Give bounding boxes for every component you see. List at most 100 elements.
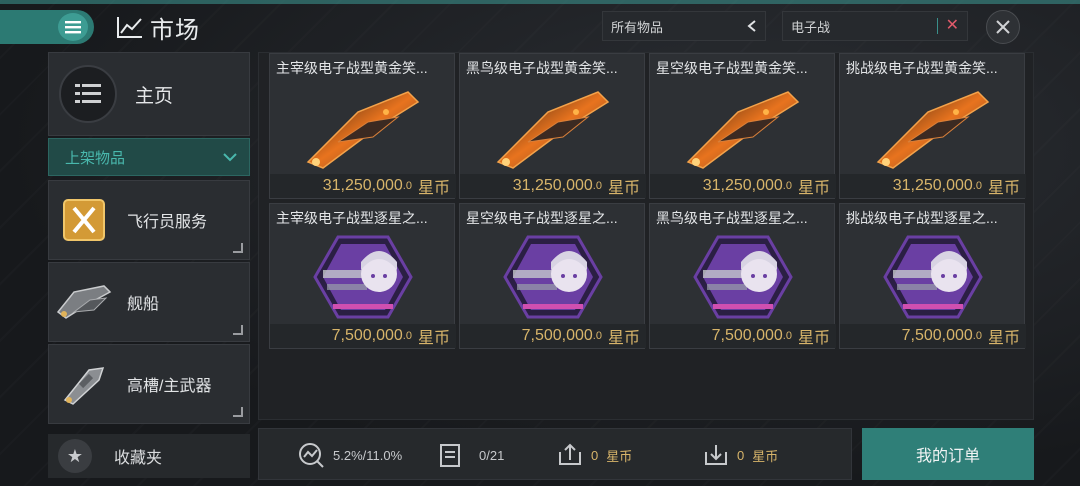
sidebar-item-high-slot[interactable]: 高槽/主武器 — [48, 344, 250, 424]
price-currency: 星币 — [607, 180, 640, 197]
filter-value: 所有物品 — [611, 19, 664, 35]
close-icon — [996, 20, 1010, 34]
item-price: 7,500,000.0 星币 — [270, 324, 456, 348]
price-currency: 星币 — [607, 330, 640, 347]
page-title: 市场 — [116, 10, 200, 44]
price-decimal: .0 — [972, 330, 982, 342]
item-card[interactable]: 星空级电子战型黄金笑... 31,250,000.0 星币 — [649, 53, 836, 199]
price-decimal: .0 — [592, 330, 602, 342]
item-card[interactable]: 挑战级电子战型黄金笑... 31,250,000.0 星币 — [839, 53, 1026, 199]
gold-skin-ship-image — [270, 78, 456, 176]
sell-total-value: 0 — [591, 447, 599, 463]
price-currency: 星币 — [987, 330, 1020, 347]
corner-marker — [233, 243, 243, 253]
sell-total-currency: 星币 — [606, 448, 633, 464]
sidebar-item-home[interactable]: 主页 — [48, 52, 250, 136]
price-decimal: .0 — [592, 180, 602, 192]
sidebar-item-label: 高槽/主武器 — [127, 378, 212, 395]
corner-marker — [233, 407, 243, 417]
item-price: 31,250,000.0 星币 — [840, 174, 1026, 198]
gold-skin-ship-image — [840, 78, 1026, 176]
price-decimal: .0 — [402, 330, 412, 342]
item-name: 星空级电子战型黄金笑... — [656, 60, 808, 76]
buy-total-currency: 星币 — [752, 448, 779, 464]
chevron-left-icon — [747, 20, 756, 32]
gold-skin-ship-image — [650, 78, 836, 176]
item-price: 31,250,000.0 星币 — [650, 174, 836, 198]
orders-count-stat: 0/21 — [439, 429, 504, 481]
favorites-label: 收藏夹 — [114, 450, 163, 467]
price-value: 7,500,000 — [331, 327, 403, 344]
price-decimal: .0 — [972, 180, 982, 192]
pilot-portrait-hex-image — [270, 228, 456, 326]
pilot-portrait-hex-image — [650, 228, 836, 326]
menu-icon — [58, 13, 88, 41]
menu-button[interactable] — [0, 10, 94, 44]
price-decimal: .0 — [782, 180, 792, 192]
tax-rate-value: 5.2%/11.0% — [333, 447, 403, 463]
item-card[interactable]: 主宰级电子战型逐星之... 7,500,000.0 星币 — [269, 203, 456, 349]
price-currency: 星币 — [417, 180, 450, 197]
price-value: 7,500,000 — [711, 327, 783, 344]
category-filter-select[interactable]: 所有物品 — [602, 11, 766, 41]
sidebar-item-label: 飞行员服务 — [127, 214, 208, 231]
bottom-status-bar: 5.2%/11.0% 0/21 0 星币 0 星币 — [258, 428, 852, 480]
my-orders-button[interactable]: 我的订单 — [862, 428, 1034, 480]
item-card[interactable]: 黑鸟级电子战型逐星之... 7,500,000.0 星币 — [649, 203, 836, 349]
price-value: 31,250,000 — [322, 177, 403, 194]
top-accent-line — [0, 0, 1080, 4]
item-name: 挑战级电子战型黄金笑... — [846, 60, 998, 76]
sell-upload-icon — [559, 443, 581, 465]
item-name: 黑鸟级电子战型逐星之... — [656, 210, 808, 226]
price-value: 31,250,000 — [512, 177, 593, 194]
item-name: 黑鸟级电子战型黄金笑... — [466, 60, 618, 76]
gold-skin-ship-image — [460, 78, 646, 176]
price-currency: 星币 — [417, 330, 450, 347]
sidebar-item-favorites[interactable]: ★ 收藏夹 — [48, 434, 250, 478]
tax-rate-stat: 5.2%/11.0% — [297, 429, 402, 481]
market-chart-icon — [117, 17, 142, 38]
item-price: 7,500,000.0 星币 — [650, 324, 836, 348]
search-input[interactable]: 电子战 ✕ — [782, 11, 968, 41]
listed-items-dropdown[interactable]: 上架物品 — [48, 138, 250, 176]
item-price: 31,250,000.0 星币 — [270, 174, 456, 198]
price-value: 7,500,000 — [521, 327, 593, 344]
item-price: 7,500,000.0 星币 — [840, 324, 1026, 348]
ship-icon — [49, 272, 119, 332]
item-card[interactable]: 星空级电子战型逐星之... 7,500,000.0 星币 — [459, 203, 646, 349]
buy-download-icon — [705, 445, 727, 465]
title-text: 市场 — [150, 16, 200, 44]
close-button[interactable] — [986, 10, 1020, 44]
buy-total-value: 0 — [737, 447, 745, 463]
buy-total-stat: 0 星币 — [703, 429, 778, 481]
search-value: 电子战 — [791, 19, 831, 35]
search-divider — [936, 18, 938, 34]
item-card[interactable]: 黑鸟级电子战型黄金笑... 31,250,000.0 星币 — [459, 53, 646, 199]
pilot-portrait-hex-image — [460, 228, 646, 326]
item-price: 31,250,000.0 星币 — [460, 174, 646, 198]
sell-total-stat: 0 星币 — [557, 429, 632, 481]
price-decimal: .0 — [402, 180, 412, 192]
pilot-service-icon — [49, 190, 119, 250]
corner-marker — [233, 325, 243, 335]
price-value: 31,250,000 — [892, 177, 973, 194]
star-icon: ★ — [58, 439, 92, 473]
sidebar-item-ships[interactable]: 舰船 — [48, 262, 250, 342]
home-list-icon — [59, 65, 117, 123]
tax-rate-icon — [299, 443, 324, 468]
pilot-portrait-hex-image — [840, 228, 1026, 326]
price-currency: 星币 — [797, 180, 830, 197]
sidebar-item-pilot-service[interactable]: 飞行员服务 — [48, 180, 250, 260]
orders-count-value: 0/21 — [479, 447, 505, 463]
price-decimal: .0 — [782, 330, 792, 342]
chevron-down-icon — [223, 152, 237, 161]
clear-search-icon[interactable]: ✕ — [946, 18, 959, 34]
sidebar-home-label: 主页 — [135, 85, 174, 107]
high-slot-weapon-icon — [49, 354, 119, 414]
item-card[interactable]: 挑战级电子战型逐星之... 7,500,000.0 星币 — [839, 203, 1026, 349]
price-currency: 星币 — [987, 180, 1020, 197]
item-card[interactable]: 主宰级电子战型黄金笑... 31,250,000.0 星币 — [269, 53, 456, 199]
item-name: 主宰级电子战型逐星之... — [276, 210, 428, 226]
item-name: 挑战级电子战型逐星之... — [846, 210, 998, 226]
sidebar-item-label: 舰船 — [127, 296, 160, 313]
